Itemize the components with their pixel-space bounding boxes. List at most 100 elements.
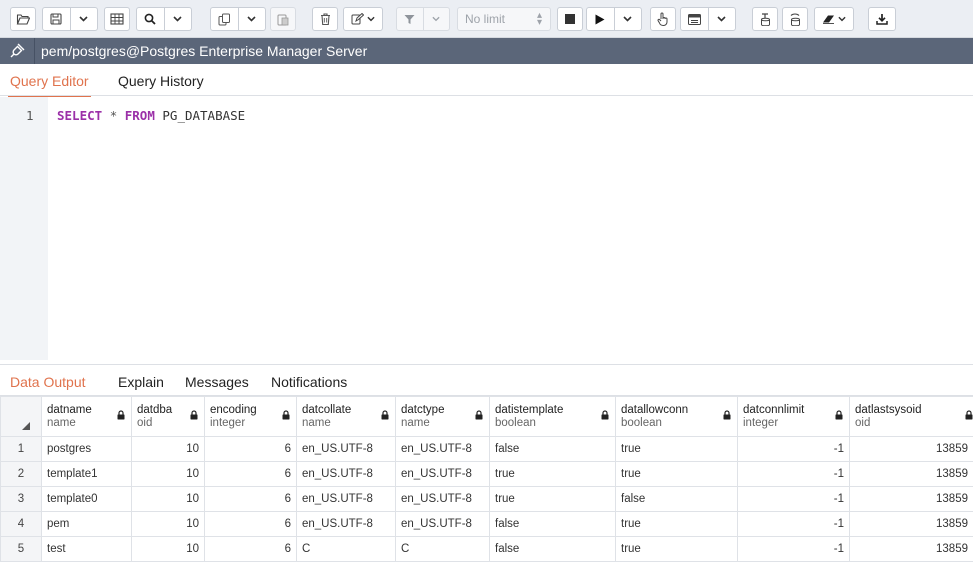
cell-encoding[interactable]: 6 <box>205 537 297 562</box>
cell-datdba[interactable]: 10 <box>132 437 205 462</box>
cell-datdba[interactable]: 10 <box>132 487 205 512</box>
paste-button[interactable] <box>270 7 296 31</box>
row-number[interactable]: 2 <box>1 462 42 487</box>
rollback-button[interactable] <box>782 7 808 31</box>
cell-datdba[interactable]: 10 <box>132 512 205 537</box>
cell-datcollate[interactable]: en_US.UTF-8 <box>297 462 396 487</box>
cell-encoding[interactable]: 6 <box>205 437 297 462</box>
table-row[interactable]: 4 pem 10 6 en_US.UTF-8 en_US.UTF-8 false… <box>1 512 973 537</box>
tab-messages[interactable]: Messages <box>185 374 249 390</box>
tab-query-history[interactable]: Query History <box>118 73 204 89</box>
sql-code-line[interactable]: SELECT * FROM PG_DATABASE <box>57 108 245 123</box>
column-header-encoding[interactable]: encodinginteger <box>205 397 297 437</box>
execute-button[interactable] <box>587 8 614 30</box>
cell-datallowconn[interactable]: true <box>616 437 738 462</box>
open-file-button[interactable] <box>10 7 36 31</box>
execute-split-button[interactable] <box>586 7 642 31</box>
cell-datcollate[interactable]: en_US.UTF-8 <box>297 437 396 462</box>
column-header-datistemplate[interactable]: datistemplateboolean <box>490 397 616 437</box>
commit-button[interactable] <box>752 7 778 31</box>
cell-datconnlimit[interactable]: -1 <box>738 512 850 537</box>
cell-datctype[interactable]: en_US.UTF-8 <box>396 487 490 512</box>
cell-datistemplate[interactable]: true <box>490 487 616 512</box>
explain-button[interactable] <box>650 7 676 31</box>
cell-datcollate[interactable]: en_US.UTF-8 <box>297 487 396 512</box>
edit-dropdown-button[interactable] <box>343 7 383 31</box>
row-number[interactable]: 1 <box>1 437 42 462</box>
stop-button[interactable] <box>557 7 583 31</box>
table-row[interactable]: 1 postgres 10 6 en_US.UTF-8 en_US.UTF-8 … <box>1 437 973 462</box>
cell-datcollate[interactable]: C <box>297 537 396 562</box>
cell-datallowconn[interactable]: true <box>616 537 738 562</box>
cell-datlastsysoid[interactable]: 13859 <box>850 512 973 537</box>
column-header-datconnlimit[interactable]: datconnlimitinteger <box>738 397 850 437</box>
tab-explain[interactable]: Explain <box>118 374 164 390</box>
save-button[interactable] <box>43 8 70 30</box>
cell-datcollate[interactable]: en_US.UTF-8 <box>297 512 396 537</box>
filter-button[interactable] <box>397 8 423 30</box>
cell-datctype[interactable]: en_US.UTF-8 <box>396 512 490 537</box>
find-button[interactable] <box>137 8 164 30</box>
cell-datallowconn[interactable]: true <box>616 462 738 487</box>
cell-datname[interactable]: template0 <box>42 487 132 512</box>
column-header-datcollate[interactable]: datcollatename <box>297 397 396 437</box>
column-header-datctype[interactable]: datctypename <box>396 397 490 437</box>
cell-datistemplate[interactable]: false <box>490 437 616 462</box>
edit-grid-button[interactable] <box>104 7 130 31</box>
column-header-datname[interactable]: datnamename <box>42 397 132 437</box>
select-all-corner[interactable] <box>1 397 42 437</box>
column-header-datlastsysoid[interactable]: datlastsysoidoid <box>850 397 973 437</box>
execute-dropdown[interactable] <box>614 8 641 30</box>
column-header-datdba[interactable]: datdbaoid <box>132 397 205 437</box>
cell-encoding[interactable]: 6 <box>205 487 297 512</box>
cell-datlastsysoid[interactable]: 13859 <box>850 487 973 512</box>
cell-datctype[interactable]: en_US.UTF-8 <box>396 462 490 487</box>
copy-split-button[interactable] <box>210 7 266 31</box>
macros-button[interactable] <box>681 8 708 30</box>
tab-notifications[interactable]: Notifications <box>271 374 347 390</box>
cell-datdba[interactable]: 10 <box>132 537 205 562</box>
macros-dropdown[interactable] <box>708 8 735 30</box>
cell-datconnlimit[interactable]: -1 <box>738 437 850 462</box>
filter-split-button[interactable] <box>396 7 450 31</box>
table-row[interactable]: 3 template0 10 6 en_US.UTF-8 en_US.UTF-8… <box>1 487 973 512</box>
cell-encoding[interactable]: 6 <box>205 462 297 487</box>
cell-datconnlimit[interactable]: -1 <box>738 487 850 512</box>
column-header-datallowconn[interactable]: datallowconnboolean <box>616 397 738 437</box>
cell-datistemplate[interactable]: true <box>490 462 616 487</box>
find-dropdown[interactable] <box>164 8 191 30</box>
cell-datname[interactable]: test <box>42 537 132 562</box>
clear-dropdown-button[interactable] <box>814 7 854 31</box>
tab-data-output[interactable]: Data Output <box>10 374 86 390</box>
cell-datallowconn[interactable]: true <box>616 512 738 537</box>
download-button[interactable] <box>868 7 896 31</box>
cell-datctype[interactable]: en_US.UTF-8 <box>396 437 490 462</box>
save-dropdown[interactable] <box>70 8 97 30</box>
copy-dropdown[interactable] <box>238 8 265 30</box>
cell-datname[interactable]: pem <box>42 512 132 537</box>
row-number[interactable]: 3 <box>1 487 42 512</box>
tab-query-editor[interactable]: Query Editor <box>10 73 89 89</box>
filter-dropdown[interactable] <box>423 8 449 30</box>
cell-datname[interactable]: template1 <box>42 462 132 487</box>
table-row[interactable]: 5 test 10 6 C C false true -1 13859 <box>1 537 973 562</box>
row-number[interactable]: 5 <box>1 537 42 562</box>
cell-datistemplate[interactable]: false <box>490 512 616 537</box>
connection-status-button[interactable] <box>0 38 35 64</box>
cell-datconnlimit[interactable]: -1 <box>738 537 850 562</box>
cell-datistemplate[interactable]: false <box>490 537 616 562</box>
table-row[interactable]: 2 template1 10 6 en_US.UTF-8 en_US.UTF-8… <box>1 462 973 487</box>
cell-datallowconn[interactable]: false <box>616 487 738 512</box>
delete-button[interactable] <box>312 7 338 31</box>
cell-datdba[interactable]: 10 <box>132 462 205 487</box>
sql-editor[interactable]: 1 SELECT * FROM PG_DATABASE <box>0 97 973 360</box>
cell-encoding[interactable]: 6 <box>205 512 297 537</box>
cell-datlastsysoid[interactable]: 13859 <box>850 537 973 562</box>
save-split-button[interactable] <box>42 7 98 31</box>
cell-datlastsysoid[interactable]: 13859 <box>850 437 973 462</box>
cell-datctype[interactable]: C <box>396 537 490 562</box>
row-number[interactable]: 4 <box>1 512 42 537</box>
cell-datconnlimit[interactable]: -1 <box>738 462 850 487</box>
find-split-button[interactable] <box>136 7 192 31</box>
cell-datname[interactable]: postgres <box>42 437 132 462</box>
